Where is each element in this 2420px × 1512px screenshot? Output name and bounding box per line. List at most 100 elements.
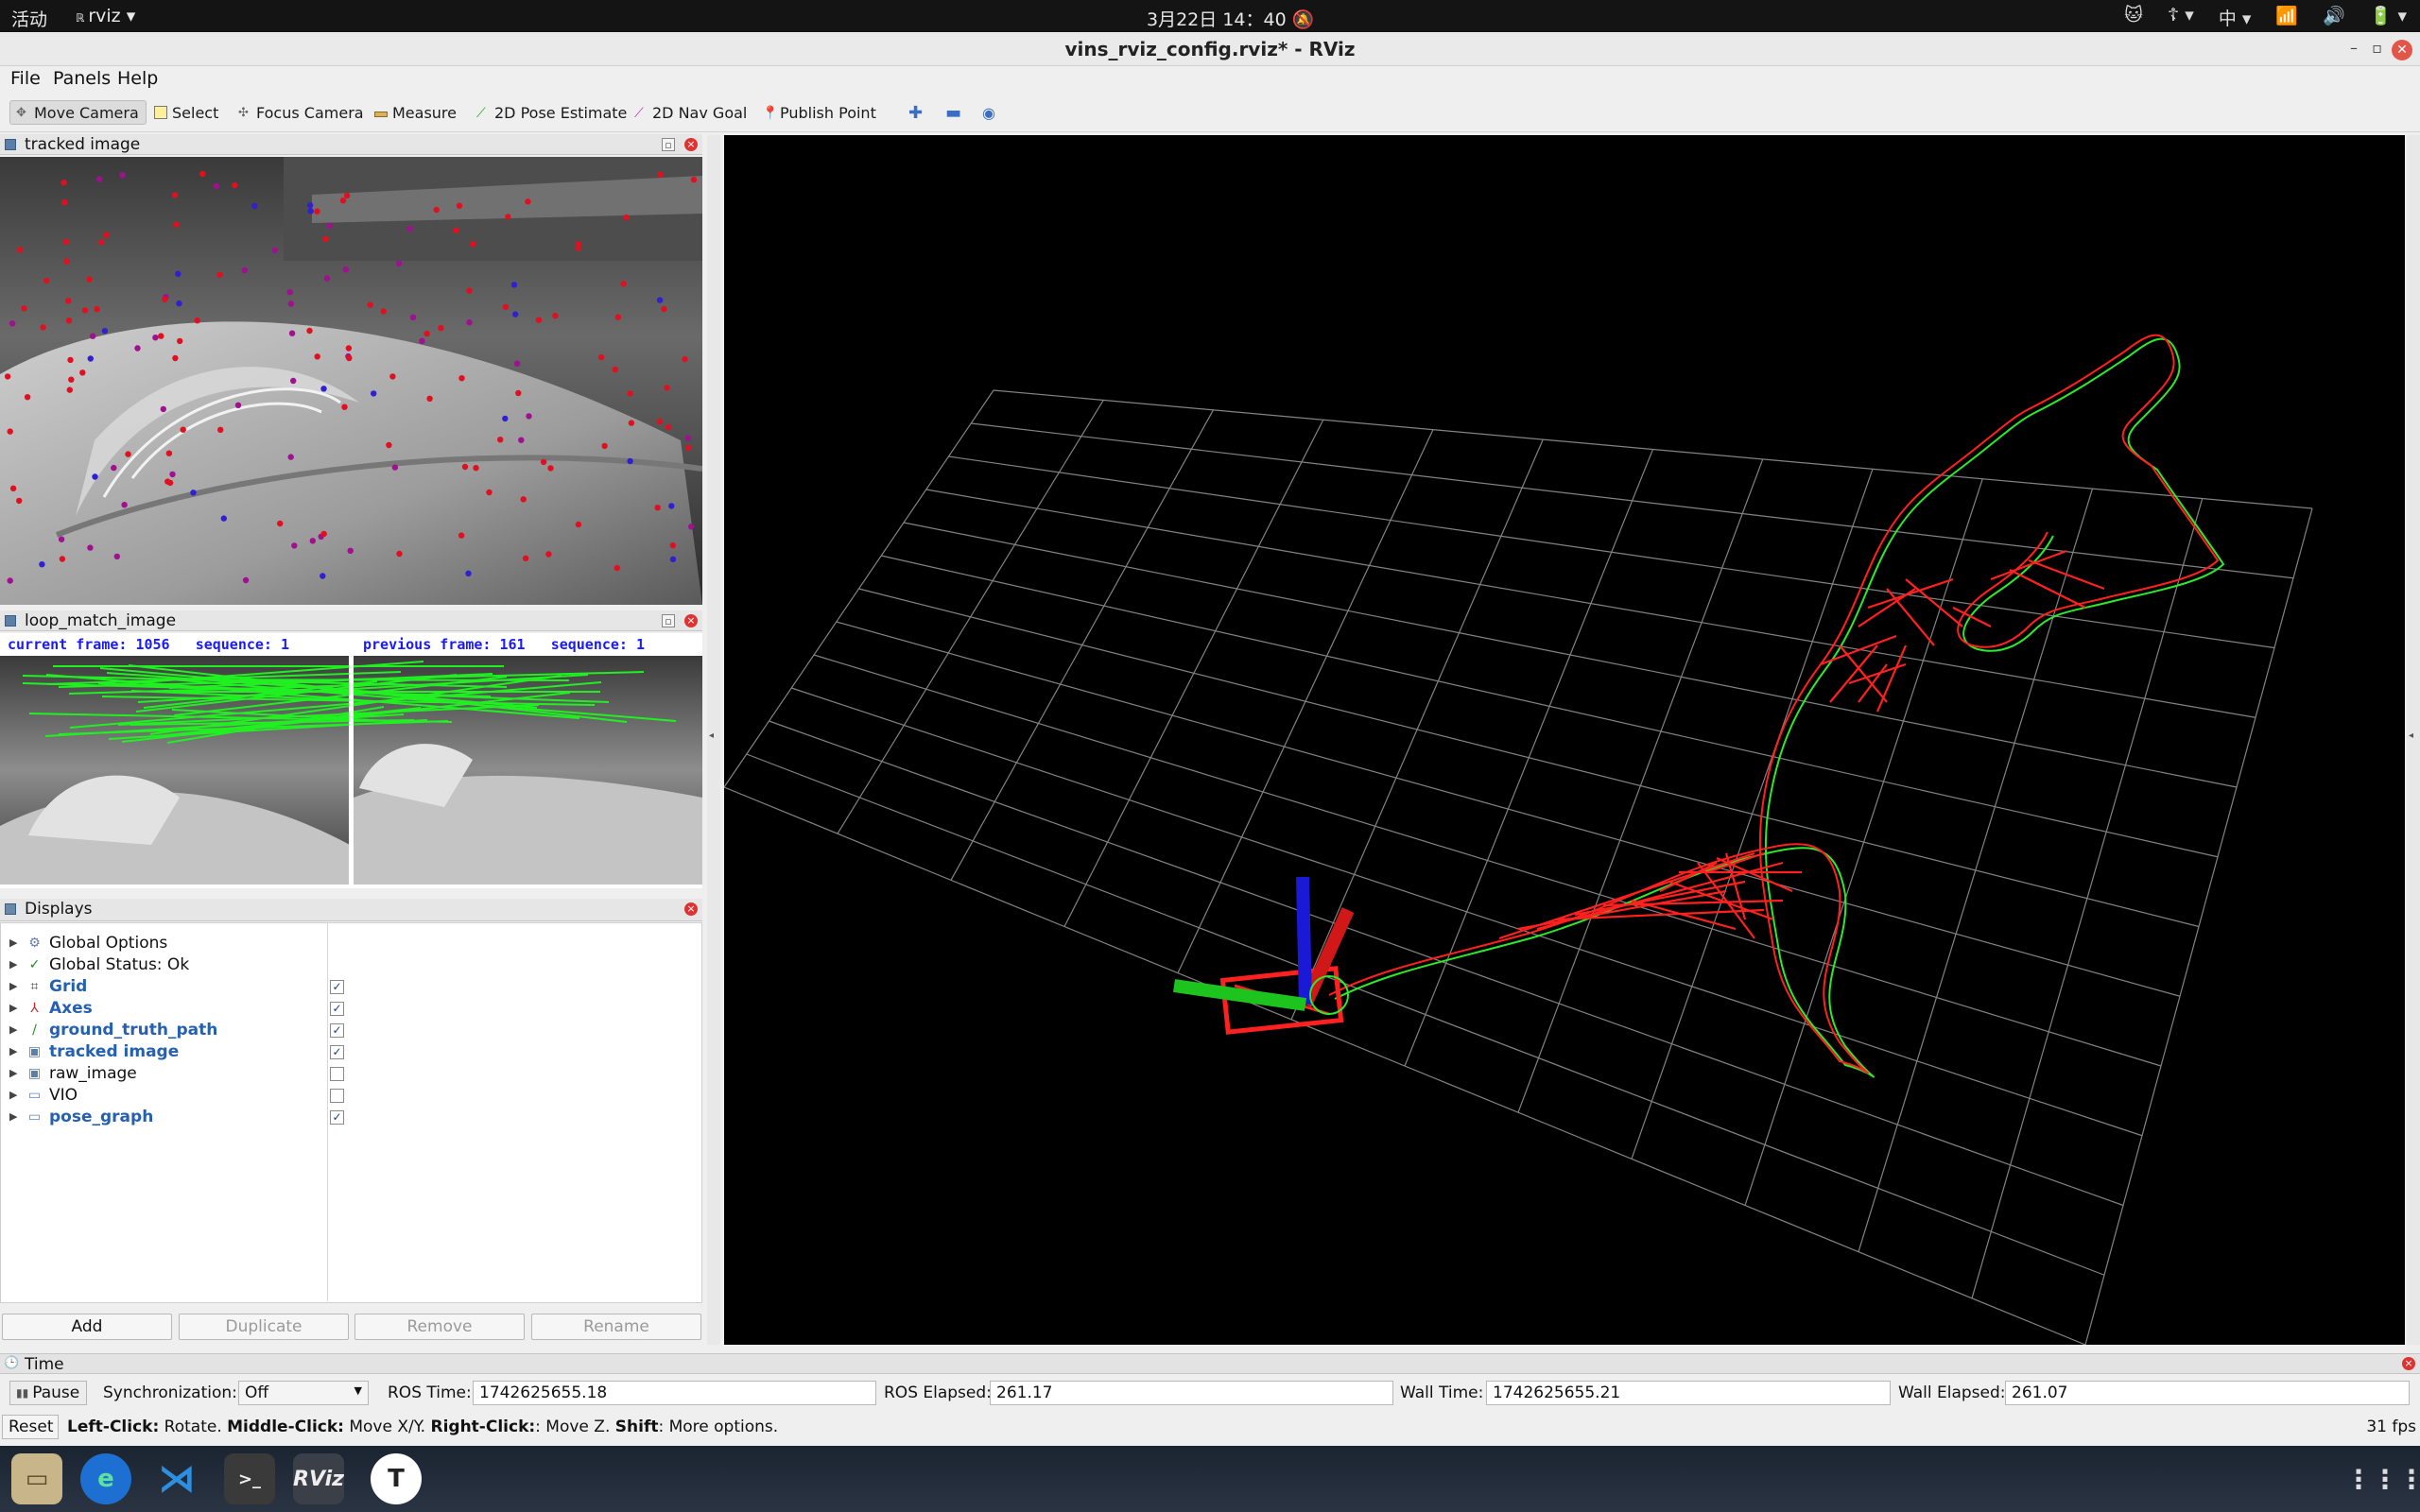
display-enabled-checkbox[interactable]: ✓: [330, 1110, 344, 1125]
ros-elapsed-field[interactable]: 261.17: [990, 1381, 1393, 1405]
publish-point-tool[interactable]: 📍 Publish Point: [756, 100, 882, 125]
feature-point: [386, 441, 392, 449]
minimize-icon[interactable]: –: [2350, 39, 2358, 57]
display-item[interactable]: ▶ ▣ raw_image: [1, 1063, 700, 1085]
close-panel-icon[interactable]: ×: [684, 902, 698, 916]
display-item[interactable]: ▶ ▭ pose_graph ✓: [1, 1107, 700, 1128]
window-close-icon[interactable]: ✕: [2392, 40, 2412, 60]
display-enabled-checkbox[interactable]: ✓: [330, 980, 344, 994]
feature-point: [371, 390, 377, 397]
display-enabled-checkbox[interactable]: ✓: [330, 1002, 344, 1016]
typora-icon[interactable]: T: [371, 1453, 422, 1504]
expand-arrow-icon[interactable]: ▶: [9, 1110, 17, 1123]
2d-pose-estimate-tool[interactable]: ⟋ 2D Pose Estimate: [471, 100, 632, 125]
expand-arrow-icon[interactable]: ▶: [9, 980, 17, 992]
feature-point: [345, 345, 353, 352]
pause-button[interactable]: ▮▮ Pause: [9, 1381, 87, 1405]
expand-arrow-icon[interactable]: ▶: [9, 1023, 17, 1036]
left-splitter[interactable]: ◂: [707, 135, 720, 1345]
grid-line: [813, 654, 2162, 1067]
menu-help[interactable]: Help: [117, 68, 158, 89]
loop-match-image-view[interactable]: current frame: 1056 sequence: 1 previous…: [0, 633, 702, 888]
files-icon[interactable]: ▭: [11, 1453, 62, 1504]
display-item[interactable]: ▶ ⅄ Axes ✓: [1, 998, 700, 1020]
feature-point: [391, 464, 399, 471]
display-item-label: Global Options: [49, 934, 168, 953]
reset-button[interactable]: Reset: [2, 1415, 59, 1439]
add-display-button[interactable]: Add: [2, 1314, 172, 1340]
maximize-icon[interactable]: ▫: [2372, 39, 2382, 57]
display-enabled-checkbox[interactable]: ✓: [330, 1045, 344, 1059]
close-panel-icon[interactable]: ×: [684, 614, 698, 627]
expand-arrow-icon[interactable]: ▶: [9, 1067, 17, 1079]
display-item-label: Grid: [49, 977, 88, 996]
clock[interactable]: 3月22日 14：40 🔕: [1147, 6, 1314, 31]
wall-time-field[interactable]: 1742625655.21: [1486, 1381, 1891, 1405]
window-title-bar[interactable]: vins_rviz_config.rviz* - RViz – ▫ ✕: [0, 32, 2420, 66]
display-enabled-checkbox[interactable]: [330, 1067, 344, 1081]
loop-closure-edge: [1820, 634, 1897, 666]
remove-display-button[interactable]: Remove: [354, 1314, 525, 1340]
2d-nav-goal-tool[interactable]: ⟋ 2D Nav Goal: [629, 100, 752, 125]
display-item[interactable]: ▶ ✓ Global Status: Ok: [1, 954, 700, 976]
move-camera-tool[interactable]: ✥ Move Camera: [9, 100, 147, 125]
add-tool-button[interactable]: ✚: [903, 100, 928, 125]
display-item-label: Axes: [49, 999, 93, 1018]
display-item[interactable]: ▶ ▭ VIO: [1, 1085, 700, 1107]
terminal-icon[interactable]: >_: [224, 1453, 275, 1504]
select-tool[interactable]: Select: [148, 100, 224, 125]
vscode-icon[interactable]: ⋊: [151, 1453, 202, 1504]
duplicate-display-button[interactable]: Duplicate: [179, 1314, 349, 1340]
cat-icon[interactable]: 🐱: [2124, 5, 2143, 30]
status-area[interactable]: 🐱 ☦ ▾ 中 ▾ 📶 🔊 🔋 ▾: [2124, 5, 2407, 30]
expand-arrow-icon[interactable]: ▶: [9, 1002, 17, 1014]
expand-arrow-icon[interactable]: ▶: [9, 1089, 17, 1101]
right-splitter[interactable]: ◂: [2407, 135, 2420, 1345]
feature-point: [669, 541, 676, 549]
float-panel-icon[interactable]: ▫: [662, 614, 675, 627]
float-panel-icon[interactable]: ▫: [662, 138, 675, 151]
sync-select[interactable]: Off ▼: [238, 1381, 369, 1405]
expand-arrow-icon[interactable]: ▶: [9, 936, 17, 949]
menu-panels[interactable]: Panels: [53, 68, 111, 89]
rviz-icon[interactable]: RViz: [293, 1453, 344, 1504]
app-menu[interactable]: ℝ rviz ▾: [76, 6, 135, 26]
show-apps-icon[interactable]: ⋮⋮⋮: [2345, 1453, 2420, 1504]
display-item[interactable]: ▶ ▣ tracked image ✓: [1, 1041, 700, 1063]
feature-point: [172, 354, 179, 362]
rename-display-button[interactable]: Rename: [531, 1314, 701, 1340]
expand-arrow-icon[interactable]: ▶: [9, 1045, 17, 1057]
feature-point: [320, 386, 327, 392]
tracked-image-view[interactable]: [0, 157, 702, 605]
wifi-icon[interactable]: 📶: [2275, 5, 2298, 30]
feature-point: [419, 337, 425, 344]
feature-point: [656, 418, 663, 425]
hint-key: Shift: [614, 1418, 659, 1436]
focus-camera-tool[interactable]: ✣ Focus Camera: [233, 100, 370, 125]
view-options-button[interactable]: ◉: [977, 100, 1001, 125]
display-enabled-checkbox[interactable]: [330, 1089, 344, 1103]
accessibility-icon[interactable]: ☦ ▾: [2168, 5, 2194, 30]
close-panel-icon[interactable]: ×: [2402, 1357, 2415, 1370]
measure-tool[interactable]: Measure: [369, 100, 462, 125]
feature-point: [575, 245, 581, 251]
feature-point: [612, 366, 618, 373]
wall-elapsed-field[interactable]: 261.07: [2005, 1381, 2410, 1405]
remove-tool-button[interactable]: ▬: [940, 100, 967, 125]
battery-icon[interactable]: 🔋 ▾: [2370, 5, 2407, 30]
close-panel-icon[interactable]: ×: [684, 138, 698, 151]
hint-key: Right-Click:: [430, 1418, 536, 1436]
volume-icon[interactable]: 🔊: [2323, 5, 2345, 30]
3d-render-viewport[interactable]: [723, 135, 2405, 1346]
display-item[interactable]: ▶ ⌗ Grid ✓: [1, 976, 700, 998]
display-item[interactable]: ▶ ⚙ Global Options: [1, 933, 700, 954]
expand-arrow-icon[interactable]: ▶: [9, 958, 17, 971]
menu-file[interactable]: File: [10, 68, 41, 89]
display-enabled-checkbox[interactable]: ✓: [330, 1023, 344, 1038]
edge-icon[interactable]: e: [80, 1453, 131, 1504]
activities-button[interactable]: 活动: [11, 6, 47, 31]
ros-time-field[interactable]: 1742625655.18: [473, 1381, 876, 1405]
feature-point: [320, 573, 326, 579]
input-method-indicator[interactable]: 中 ▾: [2219, 5, 2252, 30]
display-item[interactable]: ▶ ∕ ground_truth_path ✓: [1, 1020, 700, 1041]
